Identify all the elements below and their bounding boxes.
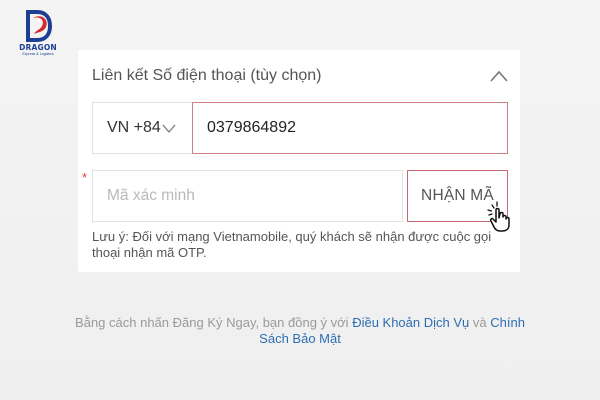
page: DRAGON Express & Logistics Liên kết Số đ…: [0, 0, 600, 400]
otp-note: Lưu ý: Đối với mạng Vietnamobile, quý kh…: [92, 229, 492, 260]
terms-joiner: và: [472, 315, 487, 330]
phone-number-value: 0379864892: [207, 119, 296, 136]
phone-number-input[interactable]: 0379864892: [192, 102, 508, 154]
dragon-logo-icon: [26, 10, 53, 42]
brand-logo: DRAGON Express & Logistics: [14, 10, 62, 58]
terms-text: Bằng cách nhấn Đăng Ký Ngay, bạn đồng ý …: [70, 315, 530, 347]
hand-pointer-icon: [487, 201, 510, 232]
verification-code-input[interactable]: Mã xác minh: [92, 170, 403, 222]
required-mark: *: [82, 170, 88, 185]
terms-prefix: Bằng cách nhấn Đăng Ký Ngay, bạn đồng ý …: [75, 315, 349, 330]
country-code-label: VN +84: [107, 119, 161, 136]
terms-of-service-link[interactable]: Điều Khoản Dịch Vụ: [352, 315, 469, 330]
verification-code-placeholder: Mã xác minh: [107, 187, 195, 204]
phone-link-card: Liên kết Số điện thoại (tùy chọn) VN +84…: [78, 50, 520, 272]
card-title: Liên kết Số điện thoại (tùy chọn): [92, 67, 322, 84]
country-code-select[interactable]: VN +84: [92, 102, 192, 154]
brand-tagline: Express & Logistics: [22, 52, 54, 56]
chevron-up-icon[interactable]: [490, 70, 508, 82]
brand-name: DRAGON: [19, 43, 57, 52]
chevron-down-icon: [162, 124, 176, 133]
card-header[interactable]: Liên kết Số điện thoại (tùy chọn): [78, 50, 520, 102]
